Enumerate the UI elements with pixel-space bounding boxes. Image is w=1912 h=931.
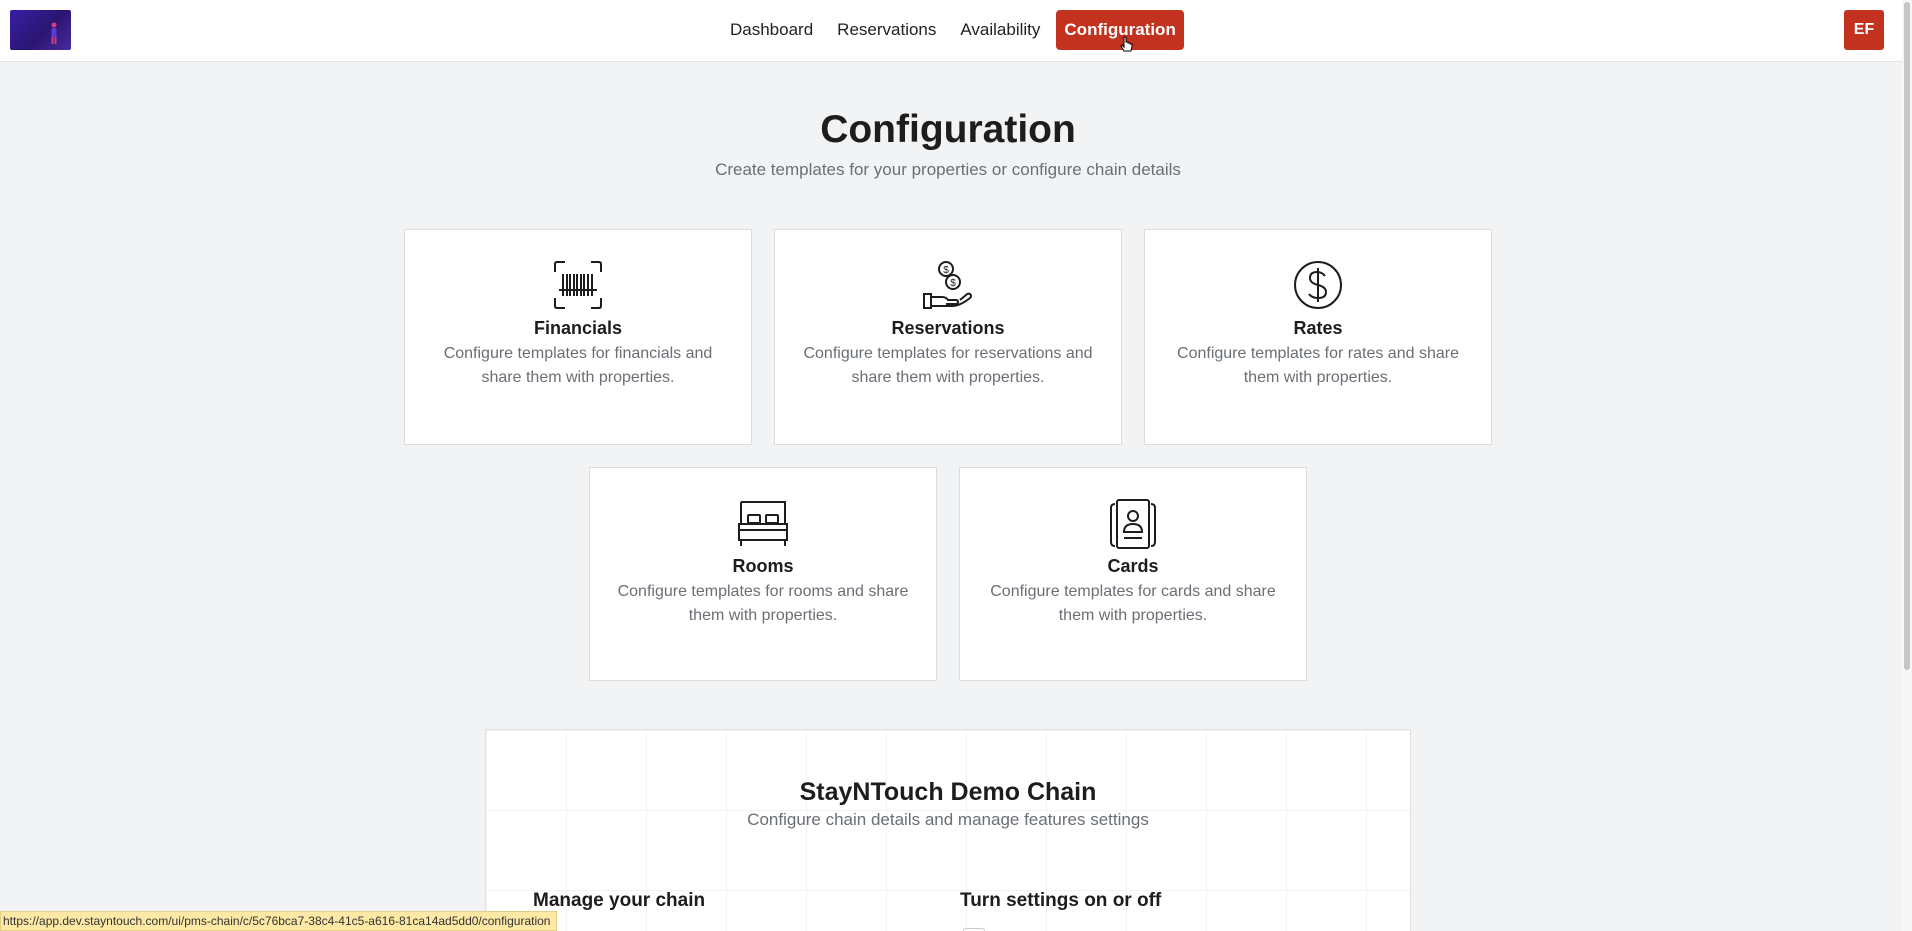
financials-card[interactable]: Financials Configure templates for finan… bbox=[404, 229, 752, 445]
chain-subtitle: Configure chain details and manage featu… bbox=[747, 810, 1149, 829]
card-description: Configure templates for cards and share … bbox=[990, 583, 1276, 624]
reservations-card[interactable]: $ $ Reservations Configure templates for… bbox=[774, 229, 1122, 445]
rates-card[interactable]: Rates Configure templates for rates and … bbox=[1144, 229, 1492, 445]
page-scrollbar[interactable] bbox=[1902, 0, 1912, 931]
pointer-cursor-icon bbox=[1120, 36, 1133, 52]
card-title: Cards bbox=[1107, 556, 1159, 576]
rooms-card[interactable]: Rooms Configure templates for rooms and … bbox=[589, 467, 937, 681]
bed-icon bbox=[590, 498, 936, 550]
barcode-icon bbox=[405, 260, 751, 312]
user-avatar[interactable]: EF bbox=[1844, 10, 1884, 50]
card-description: Configure templates for reservations and… bbox=[803, 345, 1093, 386]
dollar-circle-icon bbox=[1145, 260, 1491, 312]
nav-reservations[interactable]: Reservations bbox=[825, 10, 948, 50]
page-title: Configuration bbox=[820, 108, 1076, 151]
chain-section: StayNTouch Demo Chain Configure chain de… bbox=[485, 729, 1411, 931]
card-title: Financials bbox=[533, 318, 623, 338]
logo-figure-icon bbox=[51, 22, 57, 44]
card-description: Configure templates for financials and s… bbox=[443, 345, 713, 386]
scrollbar-thumb[interactable] bbox=[1904, 2, 1910, 670]
brand-logo[interactable] bbox=[10, 10, 71, 50]
settings-toggle-heading: Turn settings on or off bbox=[960, 890, 1162, 911]
svg-text:$: $ bbox=[950, 278, 956, 289]
card-title: Reservations bbox=[891, 318, 1005, 338]
id-card-icon bbox=[960, 498, 1306, 550]
page-subtitle: Create templates for your properties or … bbox=[715, 160, 1181, 179]
main-nav: Dashboard Reservations Availability Conf… bbox=[718, 10, 1184, 50]
hand-coins-icon: $ $ bbox=[775, 260, 1121, 312]
nav-dashboard[interactable]: Dashboard bbox=[718, 10, 825, 50]
svg-text:$: $ bbox=[943, 265, 949, 276]
manage-chain-heading: Manage your chain bbox=[533, 890, 706, 911]
card-title: Rates bbox=[1293, 318, 1343, 338]
top-navbar: Dashboard Reservations Availability Conf… bbox=[0, 0, 1902, 62]
nav-availability[interactable]: Availability bbox=[948, 10, 1052, 50]
status-url-bar: https://app.dev.stayntouch.com/ui/pms-ch… bbox=[0, 911, 558, 931]
chain-title: StayNTouch Demo Chain bbox=[799, 778, 1097, 806]
card-title: Rooms bbox=[732, 556, 794, 576]
cards-card[interactable]: Cards Configure templates for cards and … bbox=[959, 467, 1307, 681]
card-description: Configure templates for rooms and share … bbox=[617, 583, 909, 624]
card-description: Configure templates for rates and share … bbox=[1177, 345, 1459, 386]
